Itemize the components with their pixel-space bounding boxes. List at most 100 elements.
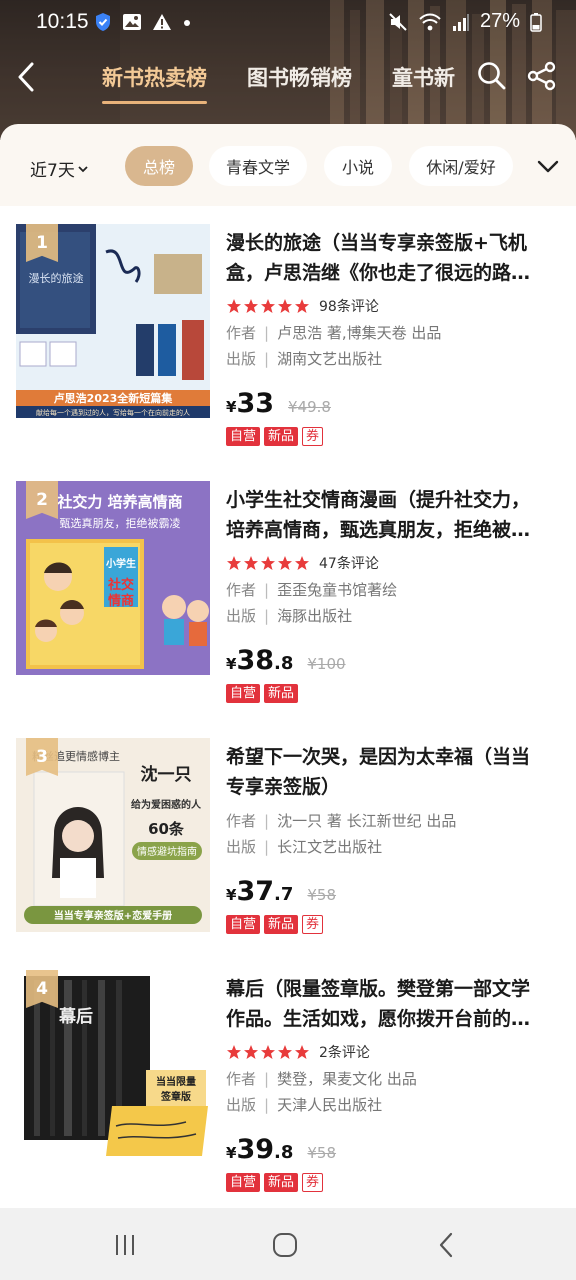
tag-new: 新品: [264, 684, 299, 703]
svg-text:社交: 社交: [107, 577, 134, 593]
top-nav: 新书热卖榜 图书畅销榜 童书新: [0, 54, 576, 104]
battery-text: 27%: [479, 10, 520, 32]
book-list: 漫长的旅途 卢思浩2023全新短篇集 献给每一个遇到过的人，写给每一个在向前走的…: [0, 206, 576, 1209]
tag-self-operated: 自营: [226, 427, 261, 446]
ranking-tabs: 新书热卖榜 图书畅销榜 童书新: [102, 62, 455, 104]
tag-new: 新品: [264, 1173, 299, 1192]
svg-text:情商: 情商: [108, 593, 134, 609]
book-cover[interactable]: 幕后 当当限量 签章版 4: [16, 970, 210, 1164]
search-icon[interactable]: [476, 60, 508, 92]
book-item[interactable]: 幕后 当当限量 签章版 4 幕后（限量签章版。樊登第一部文学作品。生活如戏，愿你…: [0, 952, 576, 1209]
author-name[interactable]: 歪歪兔童书馆著绘: [277, 581, 397, 599]
svg-text:甄选真朋友，拒绝被霸凌: 甄选真朋友，拒绝被霸凌: [60, 516, 181, 530]
chip-fiction[interactable]: 小说: [324, 146, 392, 186]
publisher-line: 出版 | 天津人民出版社: [226, 1096, 383, 1114]
system-back-icon[interactable]: [432, 1230, 462, 1260]
star-icon: [295, 1045, 309, 1059]
recent-apps-icon[interactable]: [110, 1230, 140, 1260]
original-price: ¥100: [307, 655, 346, 673]
chip-youth-literature[interactable]: 青春文学: [209, 146, 307, 186]
book-cover[interactable]: 漫长的旅途 卢思浩2023全新短篇集 献给每一个遇到过的人，写给每一个在向前走的…: [16, 224, 210, 418]
tag-coupon[interactable]: 券: [302, 1173, 324, 1192]
book-title[interactable]: 希望下一次哭，是因为太幸福（当当专享亲签版）: [226, 742, 548, 802]
chip-overall[interactable]: 总榜: [125, 146, 193, 186]
star-icon: [278, 1045, 292, 1059]
svg-text:情感避坑指南: 情感避坑指南: [137, 845, 197, 858]
author-name[interactable]: 沈一只 著 长江新世纪 出品: [277, 812, 456, 830]
book-cover[interactable]: 社交力 培养高情商 甄选真朋友，拒绝被霸凌 小学生 社交 情商 2: [16, 481, 210, 675]
star-icon: [244, 1045, 258, 1059]
publisher-name[interactable]: 湖南文艺出版社: [277, 350, 382, 368]
svg-text:幕后: 幕后: [58, 1006, 93, 1027]
book-title[interactable]: 小学生社交情商漫画（提升社交力，培养高情商，甄选真朋友，拒绝被…: [226, 485, 548, 545]
star-icon: [295, 556, 309, 570]
svg-text:给为爱困惑的人: 给为爱困惑的人: [131, 798, 202, 811]
book-title[interactable]: 幕后（限量签章版。樊登第一部文学作品。生活如戏，愿你拨开台前的…: [226, 974, 548, 1034]
battery-icon: [530, 12, 542, 32]
tags: 自营 新品 券: [226, 1173, 324, 1192]
author-line: 作者 | 卢思浩 著,博集天卷 出品: [226, 324, 442, 342]
star-icon: [227, 1045, 241, 1059]
book-item[interactable]: 漫长的旅途 卢思浩2023全新短篇集 献给每一个遇到过的人，写给每一个在向前走的…: [0, 206, 576, 463]
image-icon: [123, 14, 141, 30]
star-icon: [244, 556, 258, 570]
author-line: 作者 | 樊登，果麦文化 出品: [226, 1070, 417, 1088]
rating: 98条评论: [226, 296, 379, 316]
star-icon: [227, 299, 241, 313]
price: ¥37.7 ¥58: [226, 876, 337, 907]
svg-text:社交力 培养高情商: 社交力 培养高情商: [56, 493, 182, 511]
chevron-down-icon: [78, 165, 88, 172]
shield-icon: [96, 13, 110, 31]
tab-bestsellers[interactable]: 图书畅销榜: [247, 62, 352, 92]
tag-self-operated: 自营: [226, 915, 261, 934]
review-count[interactable]: 47条评论: [319, 553, 379, 573]
book-cover[interactable]: 粉丝追更情感博主 沈一只 给为爱困惑的人 60条 情感避坑指南 当当专享亲签版+…: [16, 738, 210, 932]
publisher-name[interactable]: 长江文艺出版社: [277, 838, 382, 856]
star-icon: [227, 556, 241, 570]
tab-children-books[interactable]: 童书新: [392, 62, 455, 92]
tags: 自营 新品 券: [226, 427, 324, 446]
original-price: ¥58: [307, 886, 337, 904]
author-line: 作者 | 沈一只 著 长江新世纪 出品: [226, 812, 457, 830]
publisher-name[interactable]: 天津人民出版社: [277, 1096, 382, 1114]
author-name[interactable]: 樊登，果麦文化 出品: [277, 1070, 417, 1088]
review-count[interactable]: 2条评论: [319, 1042, 370, 1062]
book-item[interactable]: 粉丝追更情感博主 沈一只 给为爱困惑的人 60条 情感避坑指南 当当专享亲签版+…: [0, 720, 576, 952]
expand-categories-icon[interactable]: [534, 152, 562, 180]
svg-text:献给每一个遇到过的人，写给每一个在向前走的人: 献给每一个遇到过的人，写给每一个在向前走的人: [36, 408, 190, 417]
mute-icon: [389, 12, 407, 31]
tag-coupon[interactable]: 券: [302, 915, 324, 934]
svg-text:当当专享亲签版+恋爱手册: 当当专享亲签版+恋爱手册: [54, 909, 172, 922]
home-icon[interactable]: [270, 1230, 300, 1260]
review-count[interactable]: 98条评论: [319, 296, 379, 316]
back-arrow-icon[interactable]: [12, 58, 44, 96]
svg-text:漫长的旅途: 漫长的旅途: [29, 271, 84, 285]
original-price: ¥58: [307, 1144, 337, 1162]
chip-leisure-hobby[interactable]: 休闲/爱好: [409, 146, 513, 186]
time-range-label: 近7天: [30, 161, 75, 181]
svg-text:卢思浩2023全新短篇集: 卢思浩2023全新短篇集: [54, 391, 174, 405]
author-name[interactable]: 卢思浩 著,博集天卷 出品: [277, 324, 441, 342]
status-bar: 10:15 27%: [0, 8, 576, 40]
publisher-name[interactable]: 海豚出版社: [277, 607, 352, 625]
publisher-line: 出版 | 海豚出版社: [226, 607, 353, 625]
time-range-dropdown[interactable]: 近7天: [30, 156, 89, 181]
rating: 2条评论: [226, 1042, 370, 1062]
price: ¥39.8 ¥58: [226, 1134, 337, 1165]
star-icon: [261, 556, 275, 570]
svg-text:小学生: 小学生: [105, 557, 136, 570]
wifi-icon: [419, 13, 441, 30]
rating: 47条评论: [226, 553, 379, 573]
price: ¥33 ¥49.8: [226, 388, 331, 419]
tab-new-books[interactable]: 新书热卖榜: [102, 62, 207, 104]
tag-self-operated: 自营: [226, 1173, 261, 1192]
system-nav-bar: [0, 1208, 576, 1280]
tag-coupon[interactable]: 券: [302, 427, 324, 446]
star-icon: [278, 299, 292, 313]
svg-text:60条: 60条: [148, 820, 185, 838]
star-icon: [244, 299, 258, 313]
book-title[interactable]: 漫长的旅途（当当专享亲签版+飞机盒，卢思浩继《你也走了很远的路…: [226, 228, 548, 288]
signal-icon: [452, 13, 469, 31]
share-icon[interactable]: [526, 60, 558, 92]
book-item[interactable]: 社交力 培养高情商 甄选真朋友，拒绝被霸凌 小学生 社交 情商 2 小学生社交情…: [0, 463, 576, 720]
